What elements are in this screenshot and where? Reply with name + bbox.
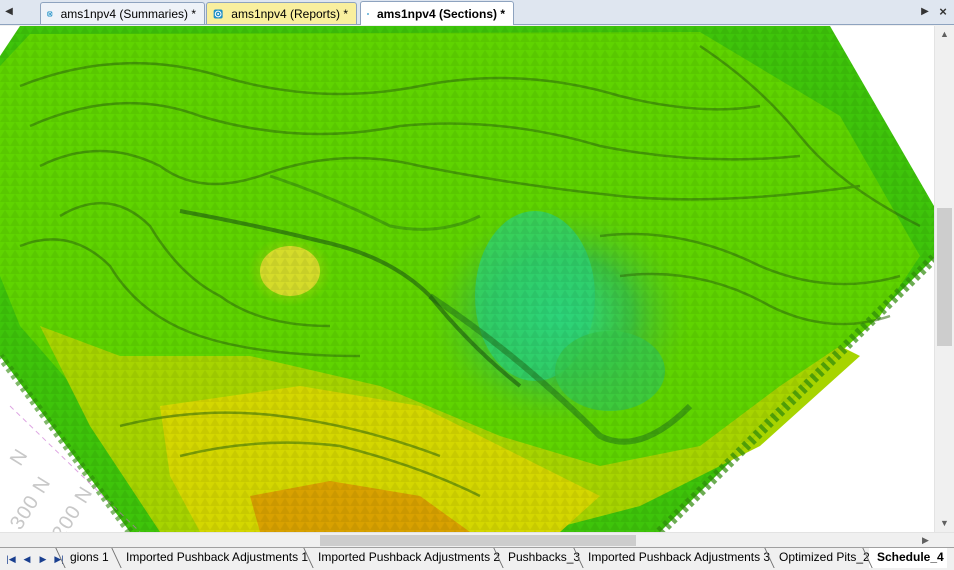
application-window: ◀ ams1npv4 (Summaries) * ams1npv4 (Repor… <box>0 0 954 570</box>
pit-document-icon <box>367 12 369 15</box>
sheet-tab-imported-pushback-adjustments-3[interactable]: Imported Pushback Adjustments 3 <box>580 548 774 568</box>
sheet-tab-optimized-pits-2[interactable]: Optimized Pits_2 <box>771 548 874 568</box>
sheet-tab-bar: |◀ ◀ ▶ ▶| gions 1 Imported Pushback Adju… <box>0 547 954 570</box>
sheet-tab-pushbacks-3[interactable]: Pushbacks_3 <box>500 548 584 568</box>
tabs-scroll-right-button[interactable]: ▶ <box>918 4 932 20</box>
previous-sheet-button[interactable]: ◀ <box>20 552 34 566</box>
next-sheet-button[interactable]: ▶ <box>36 552 50 566</box>
tab-label: ams1npv4 (Reports) * <box>231 6 348 21</box>
pit-document-icon <box>47 11 53 16</box>
tab-summaries[interactable]: ams1npv4 (Summaries) * <box>40 2 205 24</box>
scroll-up-button[interactable]: ▲ <box>935 26 954 43</box>
vertical-scroll-thumb[interactable] <box>937 208 952 346</box>
sheet-tab-regions-1[interactable]: gions 1 <box>62 548 113 568</box>
document-tab-strip: ◀ ams1npv4 (Summaries) * ams1npv4 (Repor… <box>0 0 954 25</box>
close-document-button[interactable]: × <box>936 4 950 20</box>
sheet-tab-imported-pushback-adjustments-2[interactable]: Imported Pushback Adjustments 2 <box>310 548 504 568</box>
first-sheet-button[interactable]: |◀ <box>4 552 18 566</box>
pit-document-icon <box>213 9 223 18</box>
scroll-right-button[interactable]: ▶ <box>917 533 934 548</box>
sheet-tab-imported-pushback-adjustments-1[interactable]: Imported Pushback Adjustments 1 <box>118 548 312 568</box>
tab-reports[interactable]: ams1npv4 (Reports) * <box>206 2 357 24</box>
scroll-down-button[interactable]: ▼ <box>935 515 954 532</box>
tab-label: ams1npv4 (Summaries) * <box>60 6 196 21</box>
horizontal-scrollbar[interactable]: ▶ <box>0 532 954 547</box>
tab-label: ams1npv4 (Sections) * <box>376 6 505 21</box>
terrain-surface <box>0 26 934 532</box>
vertical-scrollbar[interactable]: ▲ ▼ <box>934 26 954 532</box>
sheet-tab-schedule-4[interactable]: Schedule_4 <box>869 548 947 568</box>
3d-terrain-viewport[interactable]: N 300 N 200 N <box>0 26 934 532</box>
tabs-scroll-left-button[interactable]: ◀ <box>2 4 16 20</box>
tab-sections[interactable]: ams1npv4 (Sections) * <box>360 1 514 25</box>
horizontal-scroll-thumb[interactable] <box>320 535 636 546</box>
